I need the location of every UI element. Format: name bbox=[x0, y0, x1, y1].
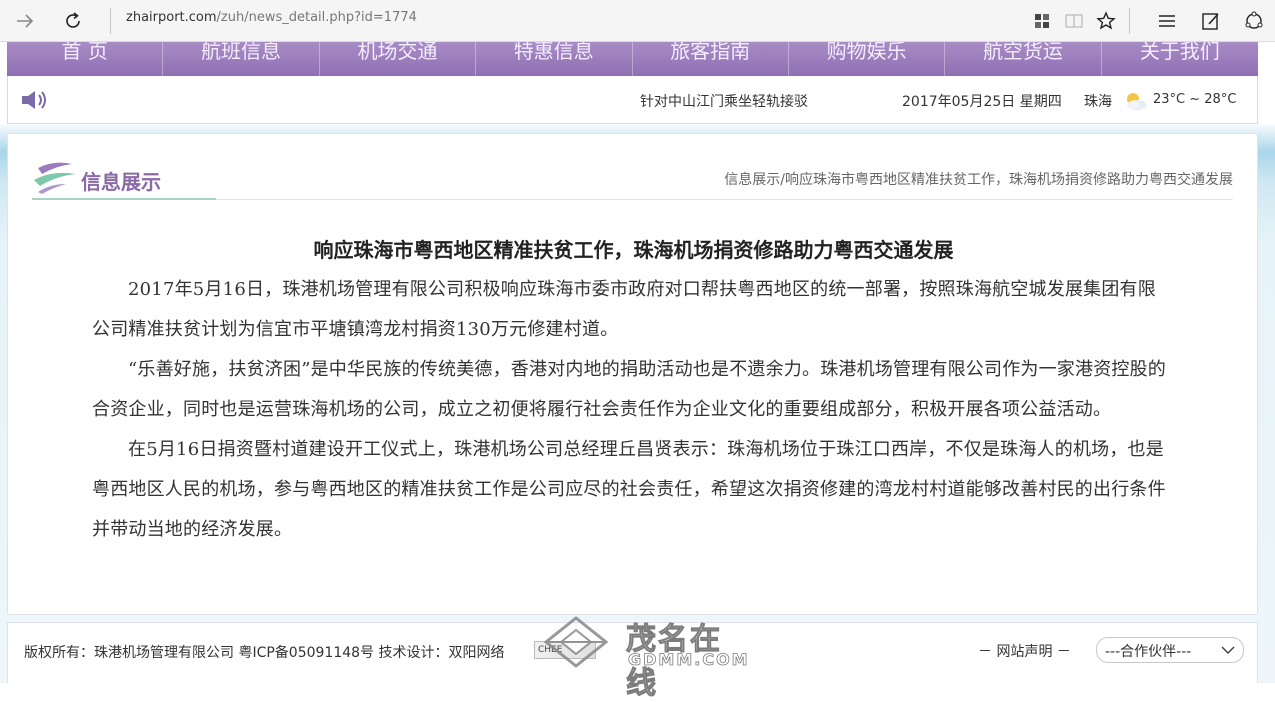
chevron-down-icon bbox=[1221, 644, 1235, 660]
content-card: 信息展示 信息展示/响应珠海市粤西地区精准扶贫工作，珠海机场捐资修路助力粤西交通… bbox=[7, 133, 1258, 615]
watermark-emblem-icon bbox=[543, 616, 609, 668]
news-ticker[interactable]: 针对中山江门乘坐轻轨接驳 bbox=[640, 91, 812, 111]
section-divider-accent bbox=[32, 198, 216, 200]
partly-cloudy-icon bbox=[1121, 88, 1149, 116]
nav-cargo[interactable]: 航空货运 bbox=[945, 42, 1102, 76]
nav-transport[interactable]: 机场交通 bbox=[320, 42, 477, 76]
article-title: 响应珠海市粤西地区精准扶贫工作，珠海机场捐资修路助力粤西交通发展 bbox=[313, 238, 954, 262]
nav-guide[interactable]: 旅客指南 bbox=[633, 42, 789, 76]
date-text: 2017年05月25日 星期四 bbox=[902, 94, 1062, 110]
article-body: 2017年5月16日，珠港机场管理有限公司积极响应珠海市委市政府对口帮扶粤西地区… bbox=[92, 270, 1172, 550]
nav-shopping[interactable]: 购物娱乐 bbox=[789, 42, 946, 76]
article-paragraph: “乐善好施，扶贫济困”是中华民族的传统美德，香港对内地的捐助活动也是不遗余力。珠… bbox=[92, 359, 1166, 420]
share-icon[interactable] bbox=[1239, 6, 1269, 36]
browser-toolbar: zhairport.com/zuh/news_detail.php?id=177… bbox=[0, 0, 1275, 42]
puzzle-icon[interactable] bbox=[1027, 6, 1057, 36]
article-paragraph: 2017年5月16日，珠港机场管理有限公司积极响应珠海市委市政府对口帮扶粤西地区… bbox=[92, 279, 1156, 340]
breadcrumb[interactable]: 信息展示/响应珠海市粤西地区精准扶贫工作，珠海机场捐资修路助力粤西交通发展 bbox=[724, 169, 1233, 189]
city-text: 珠海 bbox=[1084, 94, 1112, 110]
section-divider bbox=[216, 199, 1233, 200]
reading-view-icon[interactable] bbox=[1059, 6, 1089, 36]
url-path: /zuh/news_detail.php?id=1774 bbox=[216, 10, 417, 25]
partner-select[interactable]: ---合作伙伴--- bbox=[1096, 637, 1244, 663]
watermark-sub: GDMM.COM bbox=[628, 650, 750, 670]
temperature-text: 23°C ~ 28°C bbox=[1153, 92, 1237, 107]
nav-deals[interactable]: 特惠信息 bbox=[476, 42, 633, 76]
url-host: zhairport.com bbox=[126, 10, 217, 25]
copyright-text: 版权所有：珠港机场管理有限公司 粤ICP备05091148号 技术设计：双阳网络 bbox=[24, 645, 505, 661]
nav-about[interactable]: 关于我们 bbox=[1102, 42, 1258, 76]
site-declaration-link[interactable]: － 网站声明 － bbox=[978, 641, 1071, 661]
info-bar: 针对中山江门乘坐轻轨接驳 2017年05月25日 星期四 珠海 23°C ~ 2… bbox=[7, 76, 1258, 124]
speaker-icon bbox=[20, 88, 50, 116]
forward-icon[interactable] bbox=[10, 6, 40, 36]
nav-flights[interactable]: 航班信息 bbox=[163, 42, 320, 76]
star-icon[interactable] bbox=[1091, 6, 1121, 36]
section-title: 信息展示 bbox=[81, 170, 161, 194]
web-note-icon[interactable] bbox=[1196, 6, 1226, 36]
main-nav: 首 页 航班信息 机场交通 特惠信息 旅客指南 购物娱乐 航空货运 关于我们 bbox=[7, 42, 1258, 76]
refresh-icon[interactable] bbox=[58, 6, 88, 36]
article-paragraph: 在5月16日捐资暨村道建设开工仪式上，珠港机场公司总经理丘昌贤表示：珠海机场位于… bbox=[92, 439, 1166, 540]
watermark: 茂名在线 GDMM.COM bbox=[536, 612, 751, 702]
section-logo-icon bbox=[32, 160, 78, 200]
address-bar[interactable]: zhairport.com/zuh/news_detail.php?id=177… bbox=[126, 10, 417, 25]
nav-home[interactable]: 首 页 bbox=[7, 42, 164, 76]
partner-select-value: ---合作伙伴--- bbox=[1105, 644, 1192, 660]
hub-menu-icon[interactable] bbox=[1152, 6, 1182, 36]
